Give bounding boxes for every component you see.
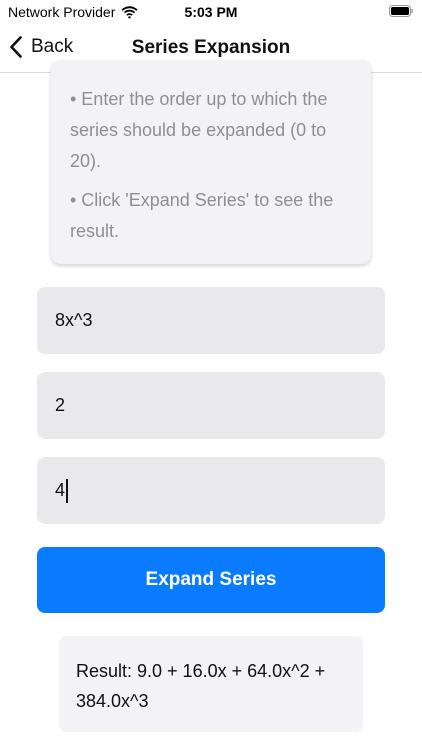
instructions-card: • Enter the order up to which the series… [51, 60, 371, 264]
instruction-expand: • Click 'Expand Series' to see the resul… [70, 190, 334, 241]
expand-series-button[interactable]: Expand Series [37, 547, 385, 613]
page-title: Series Expansion [131, 37, 291, 58]
order-input[interactable]: 4 [37, 457, 385, 524]
function-input-value: 8x^3 [55, 310, 93, 330]
expansion-point-value: 2 [55, 395, 66, 415]
function-input[interactable]: 8x^3 [37, 287, 385, 354]
battery-icon [389, 5, 413, 17]
status-time: 5:03 PM [184, 4, 238, 20]
result-text: Result: 9.0 + 16.0x + 64.0x^2 + 384.0x^3 [76, 661, 326, 711]
instructions-text: • Enter the order up to which the series… [70, 84, 360, 255]
result-card: Result: 9.0 + 16.0x + 64.0x^2 + 384.0x^3 [59, 636, 363, 732]
text-cursor [66, 478, 69, 503]
status-bar: Network Provider 5:03 PM [0, 0, 422, 24]
instruction-order: • Enter the order up to which the series… [70, 89, 328, 171]
order-input-value: 4 [55, 480, 66, 500]
expansion-point-input[interactable]: 2 [37, 372, 385, 439]
